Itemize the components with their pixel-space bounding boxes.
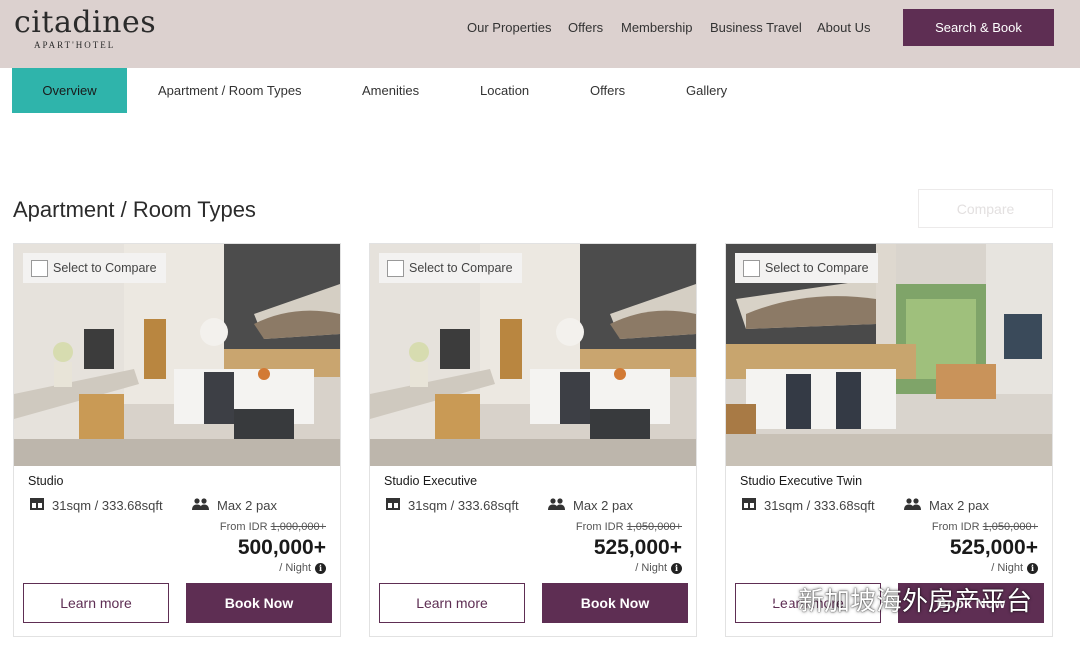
people-icon <box>904 498 921 513</box>
learn-more-button[interactable]: Learn more <box>23 583 169 623</box>
room-pax-text: Max 2 pax <box>217 498 277 513</box>
tab-amenities[interactable]: Amenities <box>362 68 419 113</box>
section-title: Apartment / Room Types <box>13 197 256 222</box>
compare-checkbox[interactable] <box>31 259 48 277</box>
room-pax: Max 2 pax <box>192 498 277 513</box>
room-pax-text: Max 2 pax <box>929 498 989 513</box>
old-price: 1,050,000+ <box>626 521 682 533</box>
room-size: 31sqm / 333.68sqft <box>386 498 519 513</box>
per-night-label: / Night <box>635 562 667 574</box>
site-header: citadines APART'HOTEL Our Properties Off… <box>0 0 1080 68</box>
price-from: From IDR 1,050,000+ <box>932 521 1038 533</box>
nav-offers[interactable]: Offers <box>568 20 603 35</box>
room-card: Select to Compare Studio Executive Twin … <box>725 243 1053 637</box>
floorplan-icon <box>30 498 44 513</box>
compare-checkbox[interactable] <box>743 259 760 277</box>
per-night-label: / Night <box>991 562 1023 574</box>
per-night: / Night i <box>991 562 1038 574</box>
room-pax-text: Max 2 pax <box>573 498 633 513</box>
room-size-text: 31sqm / 333.68sqft <box>52 498 163 513</box>
room-photo[interactable]: Select to Compare <box>14 244 340 466</box>
per-night: / Night i <box>635 562 682 574</box>
nav-business-travel[interactable]: Business Travel <box>710 20 802 35</box>
select-to-compare[interactable]: Select to Compare <box>23 253 166 283</box>
tab-location[interactable]: Location <box>480 68 529 113</box>
room-photo[interactable]: Select to Compare <box>726 244 1052 466</box>
tab-offers[interactable]: Offers <box>590 68 625 113</box>
wechat-icon <box>753 584 790 613</box>
book-now-button[interactable]: Book Now <box>186 583 332 623</box>
watermark: 新加坡海外房产平台 <box>752 580 1032 618</box>
old-price: 1,000,000+ <box>270 521 326 533</box>
room-size: 31sqm / 333.68sqft <box>742 498 875 513</box>
tab-gallery[interactable]: Gallery <box>686 68 727 113</box>
people-icon <box>192 498 209 513</box>
citadines-logo[interactable]: citadines APART'HOTEL <box>14 5 157 51</box>
room-size: 31sqm / 333.68sqft <box>30 498 163 513</box>
per-night-label: / Night <box>279 562 311 574</box>
people-icon <box>548 498 565 513</box>
room-size-text: 31sqm / 333.68sqft <box>408 498 519 513</box>
floorplan-icon <box>386 498 400 513</box>
room-card: Select to Compare Studio Executive 31sqm… <box>369 243 697 637</box>
room-size-text: 31sqm / 333.68sqft <box>764 498 875 513</box>
learn-more-button[interactable]: Learn more <box>379 583 525 623</box>
room-card: Select to Compare Studio 31sqm / 333.68s… <box>13 243 341 637</box>
info-icon[interactable]: i <box>1027 562 1038 574</box>
room-photo[interactable]: Select to Compare <box>370 244 696 466</box>
select-to-compare-label: Select to Compare <box>765 261 869 275</box>
nav-our-properties[interactable]: Our Properties <box>467 20 552 35</box>
old-price: 1,050,000+ <box>982 521 1038 533</box>
price-from: From IDR 1,000,000+ <box>220 521 326 533</box>
tab-room-types[interactable]: Apartment / Room Types <box>158 68 302 113</box>
nav-about-us[interactable]: About Us <box>817 20 870 35</box>
price-from-label: From IDR <box>575 521 624 533</box>
select-to-compare-label: Select to Compare <box>53 261 157 275</box>
room-price: 525,000+ <box>593 536 682 559</box>
room-price: 525,000+ <box>949 536 1038 559</box>
property-tabs: Overview Apartment / Room Types Amenitie… <box>0 68 1080 113</box>
price-from-label: From IDR <box>219 521 268 533</box>
room-name: Studio Executive <box>384 474 478 488</box>
room-pax: Max 2 pax <box>548 498 633 513</box>
price-from: From IDR 1,050,000+ <box>576 521 682 533</box>
watermark-text: 新加坡海外房产平台 <box>798 585 1033 616</box>
nav-membership[interactable]: Membership <box>621 20 693 35</box>
room-price: 500,000+ <box>237 536 326 559</box>
info-icon[interactable]: i <box>671 562 682 574</box>
select-to-compare[interactable]: Select to Compare <box>379 253 522 283</box>
room-name: Studio Executive Twin <box>740 474 863 488</box>
price-from-label: From IDR <box>931 521 980 533</box>
select-to-compare-label: Select to Compare <box>409 261 513 275</box>
compare-button[interactable]: Compare <box>918 189 1053 228</box>
room-name: Studio <box>28 474 64 488</box>
logo-tagline: APART'HOTEL <box>34 40 116 50</box>
room-pax: Max 2 pax <box>904 498 989 513</box>
per-night: / Night i <box>279 562 326 574</box>
info-icon[interactable]: i <box>315 562 326 574</box>
compare-checkbox[interactable] <box>387 259 404 277</box>
search-and-book-button[interactable]: Search & Book <box>903 9 1054 46</box>
tab-overview[interactable]: Overview <box>12 68 127 113</box>
select-to-compare[interactable]: Select to Compare <box>735 253 878 283</box>
logo-wordmark: citadines <box>14 5 157 40</box>
floorplan-icon <box>742 498 756 513</box>
book-now-button[interactable]: Book Now <box>542 583 688 623</box>
